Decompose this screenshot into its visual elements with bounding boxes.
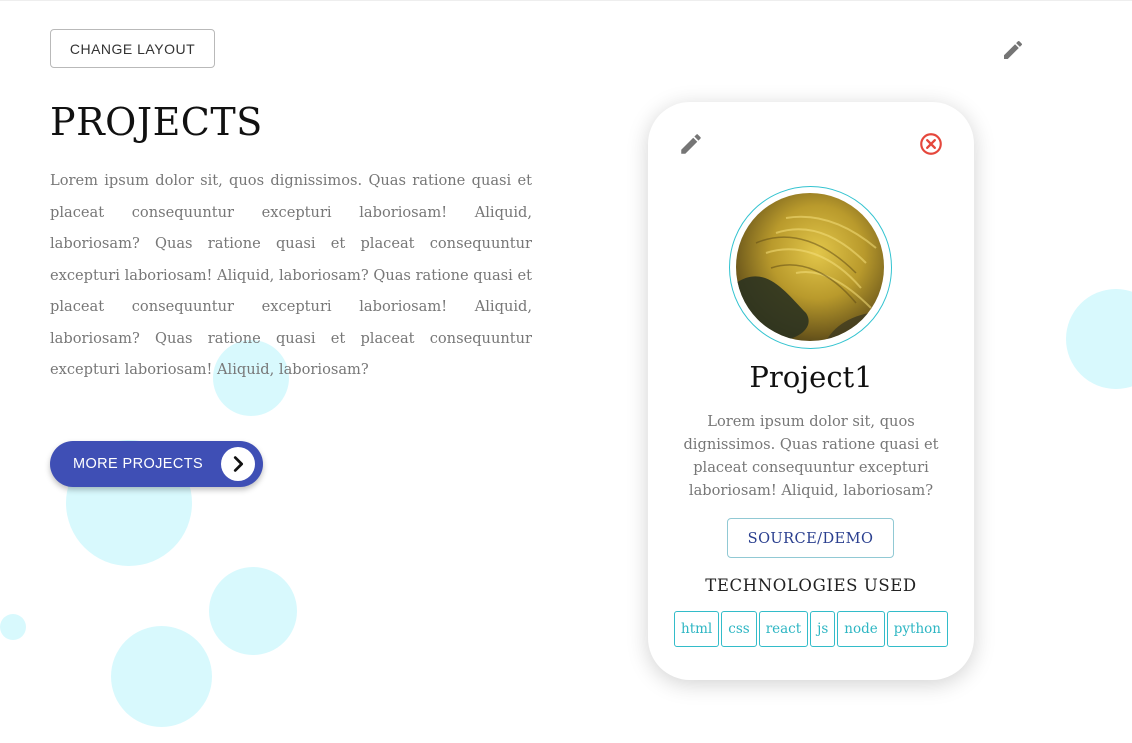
technology-chip: css xyxy=(721,611,757,647)
source-demo-button[interactable]: SOURCE/DEMO xyxy=(727,518,894,558)
technology-chip: html xyxy=(674,611,720,647)
technology-chip: node xyxy=(837,611,885,647)
technologies-heading: TECHNOLOGIES USED xyxy=(705,576,917,595)
section-description: Lorem ipsum dolor sit, quos dignissimos.… xyxy=(50,172,532,378)
more-projects-button[interactable]: MORE PROJECTS xyxy=(50,441,263,487)
project-card: Project1 Lorem ipsum dolor sit, quos dig… xyxy=(648,102,974,680)
technology-chip: js xyxy=(810,611,836,647)
decorative-bubble xyxy=(111,626,212,727)
chevron-right-icon xyxy=(221,447,255,481)
close-circle-icon[interactable] xyxy=(918,131,944,157)
pencil-icon[interactable] xyxy=(1001,38,1025,62)
project-description: Lorem ipsum dolor sit, quos dignissimos.… xyxy=(683,413,939,499)
technology-chip: react xyxy=(758,611,809,647)
page-title: PROJECTS xyxy=(50,100,263,144)
change-layout-button[interactable]: CHANGE LAYOUT xyxy=(50,29,215,68)
more-projects-label: MORE PROJECTS xyxy=(73,456,204,472)
project-title: Project1 xyxy=(749,360,873,394)
decorative-bubble xyxy=(1066,289,1132,389)
project-avatar xyxy=(729,186,892,349)
decorative-bubble xyxy=(0,614,26,640)
decorative-bubble xyxy=(209,567,297,655)
top-divider xyxy=(0,0,1132,1)
project-image xyxy=(736,193,884,341)
pencil-icon[interactable] xyxy=(678,131,704,157)
technology-chip: python xyxy=(886,611,948,647)
technologies-list: html css react js node python xyxy=(666,611,956,647)
